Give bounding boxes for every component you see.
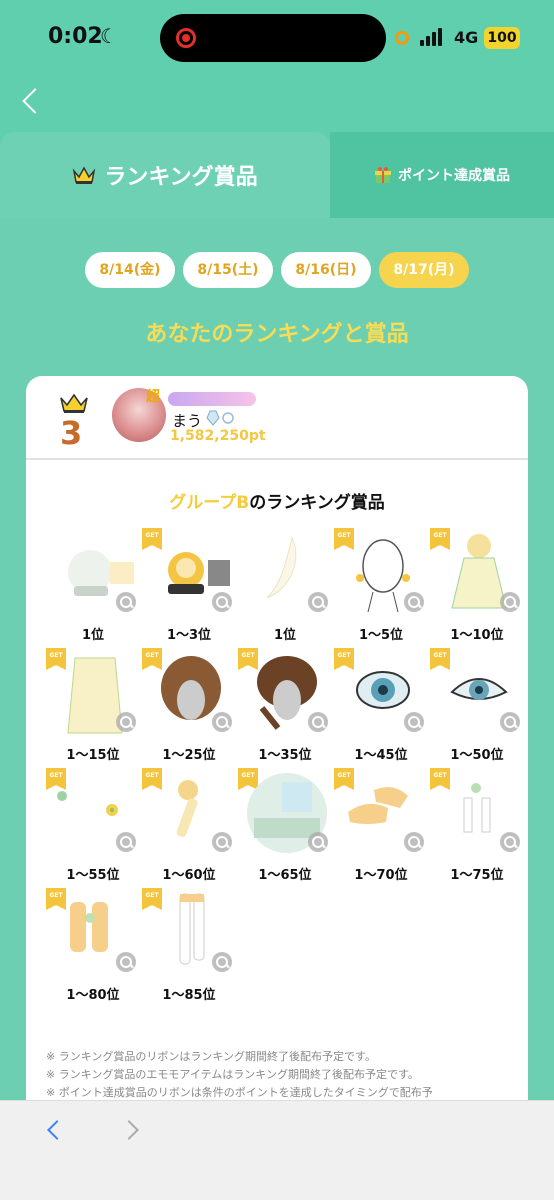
- date-pill[interactable]: 8/14(金): [85, 252, 175, 288]
- user-badge: [168, 392, 256, 406]
- moon-icon: ☾: [100, 24, 118, 48]
- date-pill-selected[interactable]: 8/17(月): [379, 252, 469, 288]
- zoom-icon[interactable]: [116, 832, 136, 852]
- zoom-icon[interactable]: [212, 952, 232, 972]
- rank-number: 3: [60, 414, 83, 452]
- rank-range: 1〜35位: [258, 748, 312, 763]
- tab-ranking-prizes[interactable]: ランキング賞品: [0, 132, 330, 218]
- zoom-icon[interactable]: [404, 832, 424, 852]
- date-pill[interactable]: 8/16(日): [281, 252, 371, 288]
- rank-range: 1〜25位: [162, 748, 216, 763]
- rank-range: 1位: [273, 628, 297, 643]
- status-time: 0:02: [48, 24, 103, 49]
- zoom-icon[interactable]: [500, 712, 520, 732]
- rank-range: 1〜15位: [66, 748, 120, 763]
- rank-range: 1〜10位: [450, 628, 504, 643]
- rank-range: 1〜80位: [66, 988, 120, 1003]
- zoom-icon[interactable]: [212, 592, 232, 612]
- rank-range: 1〜50位: [450, 748, 504, 763]
- ranking-card: 3 超 まう 1,582,250pt グループBのランキング賞品 1位 GET …: [26, 376, 528, 1136]
- zoom-icon[interactable]: [500, 832, 520, 852]
- record-icon: [176, 28, 196, 48]
- rank-range: 1〜3位: [166, 628, 212, 643]
- zoom-icon[interactable]: [212, 832, 232, 852]
- zoom-icon[interactable]: [404, 712, 424, 732]
- date-selector: 8/14(金) 8/15(土) 8/16(日) 8/17(月): [0, 252, 554, 288]
- gem-icon: [206, 410, 234, 426]
- mic-indicator-icon: [395, 31, 409, 45]
- rank-range: 1〜5位: [358, 628, 404, 643]
- note-line: ※ ランキング賞品のリボンはランキング期間終了後配布予定です。: [46, 1050, 376, 1063]
- rank-range: 1〜75位: [450, 868, 504, 883]
- zoom-icon[interactable]: [212, 712, 232, 732]
- zoom-icon[interactable]: [308, 712, 328, 732]
- browser-forward-icon[interactable]: [119, 1120, 139, 1140]
- rank-range: 1〜85位: [162, 988, 216, 1003]
- section-heading: あなたのランキングと賞品: [145, 322, 409, 347]
- date-pill[interactable]: 8/15(土): [183, 252, 273, 288]
- user-points: 1,582,250pt: [170, 428, 266, 444]
- note-line: ※ ランキング賞品のエモモアイテムはランキング期間終了後配布予定です。: [46, 1068, 419, 1081]
- dynamic-island: [160, 14, 386, 62]
- group-name: グループB: [169, 493, 250, 513]
- browser-back-icon[interactable]: [47, 1120, 67, 1140]
- tab-label: ランキング賞品: [104, 165, 258, 190]
- group-title: グループBのランキング賞品: [26, 488, 528, 513]
- network-type: 4G: [454, 28, 479, 47]
- zoom-icon[interactable]: [116, 952, 136, 972]
- back-arrow-icon[interactable]: [22, 88, 48, 114]
- tab-point-prizes[interactable]: ポイント達成賞品: [330, 132, 554, 218]
- gift-icon: [375, 167, 391, 183]
- browser-toolbar: [0, 1100, 554, 1200]
- crown-icon: [60, 393, 88, 413]
- tab-bar: ランキング賞品 ポイント達成賞品: [0, 132, 554, 218]
- rank-range: 1〜65位: [258, 868, 312, 883]
- signal-icon: [420, 28, 442, 46]
- zoom-icon[interactable]: [116, 592, 136, 612]
- zoom-icon[interactable]: [308, 592, 328, 612]
- rank-range: 1〜60位: [162, 868, 216, 883]
- rank-range: 1位: [81, 628, 105, 643]
- user-rank-row: 3 超 まう 1,582,250pt: [26, 376, 528, 460]
- rank-prefix: 超: [146, 389, 160, 405]
- rank-range: 1〜55位: [66, 868, 120, 883]
- group-title-rest: のランキング賞品: [249, 493, 385, 513]
- notes: ※ ランキング賞品のリボンはランキング期間終了後配布予定です。 ※ ランキング賞…: [46, 1048, 516, 1102]
- rank-range: 1〜45位: [354, 748, 408, 763]
- status-bar: 0:02 ☾ 4G 100: [0, 0, 554, 78]
- crown-icon: [73, 166, 96, 184]
- zoom-icon[interactable]: [404, 592, 424, 612]
- zoom-icon[interactable]: [308, 832, 328, 852]
- zoom-icon[interactable]: [500, 592, 520, 612]
- zoom-icon[interactable]: [116, 712, 136, 732]
- tab-label: ポイント達成賞品: [398, 168, 510, 184]
- battery-indicator: 100: [484, 27, 520, 49]
- rank-range: 1〜70位: [354, 868, 408, 883]
- nav-bar: [0, 78, 554, 132]
